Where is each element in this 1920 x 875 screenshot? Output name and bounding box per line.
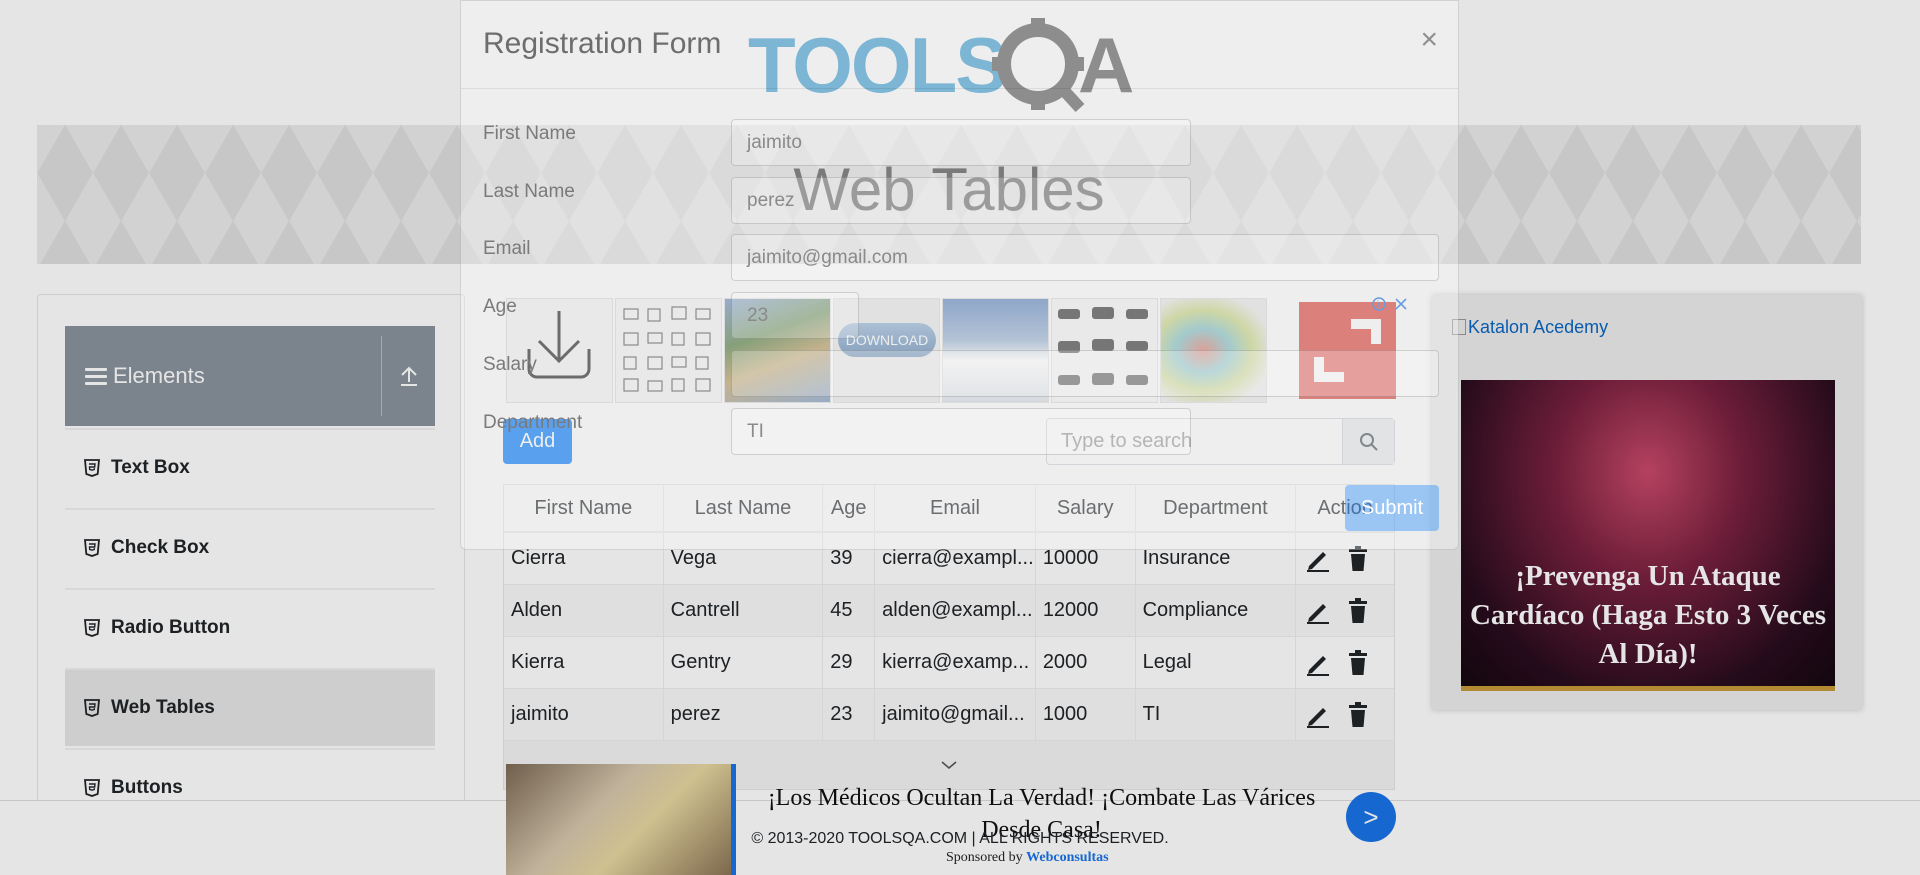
submit-button[interactable]: Submit (1345, 485, 1439, 531)
last-name-label: Last Name (483, 181, 575, 202)
first-name-input[interactable]: jaimito (731, 119, 1191, 166)
salary-input[interactable] (731, 350, 1439, 397)
modal-header: Registration Form × (461, 1, 1458, 89)
age-input[interactable]: 23 (731, 292, 859, 339)
age-label: Age (483, 296, 517, 317)
salary-label: Salary (483, 354, 537, 375)
email-input[interactable]: jaimito@gmail.com (731, 234, 1439, 281)
department-input[interactable]: TI (731, 408, 1191, 455)
first-name-label: First Name (483, 123, 576, 144)
last-name-input[interactable]: perez (731, 177, 1191, 224)
registration-modal: Registration Form × First Name jaimito L… (460, 0, 1459, 550)
close-icon[interactable]: × (1420, 23, 1438, 57)
modal-title: Registration Form (483, 27, 722, 60)
email-label: Email (483, 238, 531, 259)
department-label: Department (483, 412, 583, 433)
